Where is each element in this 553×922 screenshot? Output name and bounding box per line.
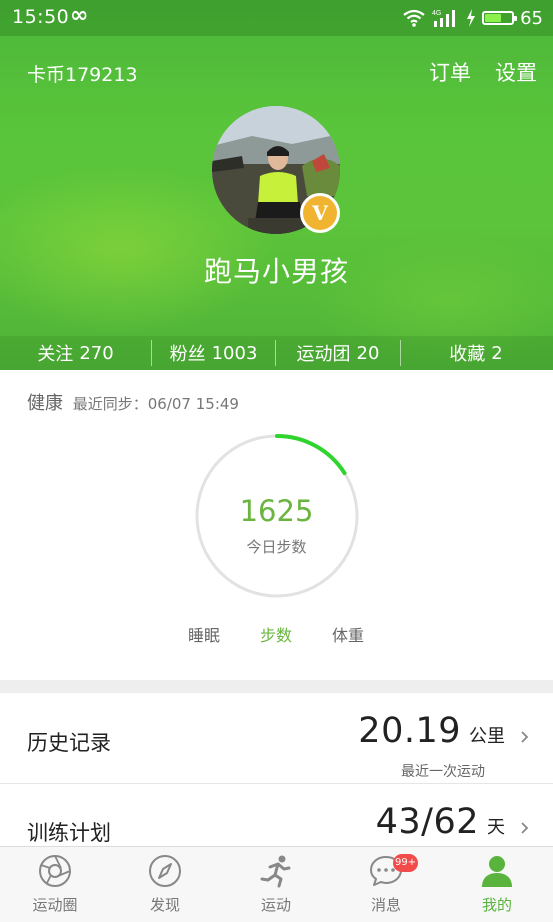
runner-icon [260, 855, 291, 888]
stat-label: 粉丝 [169, 344, 206, 365]
stat-following[interactable]: 关注 270 [0, 336, 151, 370]
stat-value: 270 [79, 342, 114, 364]
header-actions: 订单 设置 [429, 57, 537, 87]
training-plan-row[interactable]: 训练计划 43/62 天 [0, 784, 553, 846]
tab-weight[interactable]: 体重 [332, 622, 364, 646]
history-row[interactable]: 历史记录 20.19 公里 最近一次运动 [0, 693, 553, 783]
battery-icon [482, 11, 518, 25]
steps-value: 1625 [239, 494, 314, 528]
stat-value: 20 [356, 342, 380, 364]
nav-label: 消息 [370, 896, 401, 914]
wifi-icon [403, 9, 425, 27]
stat-label: 收藏 [449, 344, 486, 365]
chevron-right-icon [521, 731, 529, 743]
svg-text:4G: 4G [432, 10, 441, 17]
nav-label: 运动 [260, 896, 291, 914]
nav-label: 发现 [149, 896, 180, 914]
orders-button[interactable]: 订单 [429, 57, 471, 87]
history-title: 历史记录 [27, 731, 111, 755]
stat-sport-groups[interactable]: 运动团 20 [276, 336, 400, 370]
steps-label: 今日步数 [246, 538, 307, 556]
profile-screen: 15:50 ∞ 4G 65 卡币179213 订单 设置 V 跑马小男孩 关注 … [0, 0, 553, 922]
sports-circle-icon [39, 855, 71, 887]
ring-progress [275, 434, 347, 476]
charging-icon [467, 9, 476, 27]
verified-badge: V [300, 193, 340, 233]
nav-label: 运动圈 [32, 896, 78, 914]
history-distance: 20.19 [358, 711, 461, 751]
nav-mine[interactable]: 我的 [442, 847, 552, 922]
nav-messages[interactable]: 99+ 消息 [331, 847, 441, 922]
profile-stats: 关注 270 粉丝 1003 运动团 20 收藏 2 [0, 336, 553, 370]
nav-label: 我的 [481, 896, 512, 914]
training-plan-value: 43/62 天 [376, 802, 505, 842]
stat-value: 1003 [211, 342, 258, 364]
status-time: 15:50 [12, 6, 70, 28]
person-icon [482, 856, 512, 887]
section-divider [0, 680, 553, 693]
history-unit: 公里 [469, 726, 505, 747]
status-indicators: 4G 65 [402, 6, 543, 30]
settings-button[interactable]: 设置 [495, 57, 537, 87]
training-plan-days: 43/62 [375, 802, 479, 842]
nav-discover[interactable]: 发现 [110, 847, 220, 922]
stat-value: 2 [491, 342, 503, 364]
signal-4g-icon: 4G [432, 10, 456, 27]
health-header: 健康 最近同步：06/07 15:49 [27, 389, 239, 415]
training-plan-title: 训练计划 [27, 821, 111, 845]
status-bar: 15:50 ∞ 4G 65 [0, 0, 553, 36]
profile-header: 15:50 ∞ 4G 65 卡币179213 订单 设置 V 跑马小男孩 关注 … [0, 0, 553, 370]
infinity-icon: ∞ [70, 3, 89, 28]
last-sync-time: 最近同步：06/07 15:49 [72, 395, 239, 413]
history-subtitle: 最近一次运动 [401, 764, 485, 780]
tab-steps[interactable]: 步数 [260, 622, 292, 646]
chevron-right-icon [521, 822, 529, 834]
username: 跑马小男孩 [203, 255, 349, 288]
nav-sports[interactable]: 运动 [221, 847, 331, 922]
stat-label: 运动团 [296, 344, 351, 365]
bottom-navigation: 运动圈 发现 运动 99+ 消息 我的 [0, 846, 553, 922]
battery-fill [485, 14, 502, 22]
stat-followers[interactable]: 粉丝 1003 [152, 336, 275, 370]
health-title: 健康 [27, 393, 63, 414]
nav-sports-circle[interactable]: 运动圈 [0, 847, 110, 922]
compass-icon [149, 855, 181, 887]
stat-favorites[interactable]: 收藏 2 [401, 336, 551, 370]
tab-sleep[interactable]: 睡眠 [188, 622, 220, 646]
card-coins[interactable]: 卡币179213 [27, 60, 138, 87]
stat-label: 关注 [37, 344, 74, 365]
training-plan-unit: 天 [487, 817, 505, 838]
history-value: 20.19 公里 [358, 711, 505, 751]
battery-level: 65 [520, 7, 543, 29]
unread-badge: 99+ [393, 854, 419, 872]
